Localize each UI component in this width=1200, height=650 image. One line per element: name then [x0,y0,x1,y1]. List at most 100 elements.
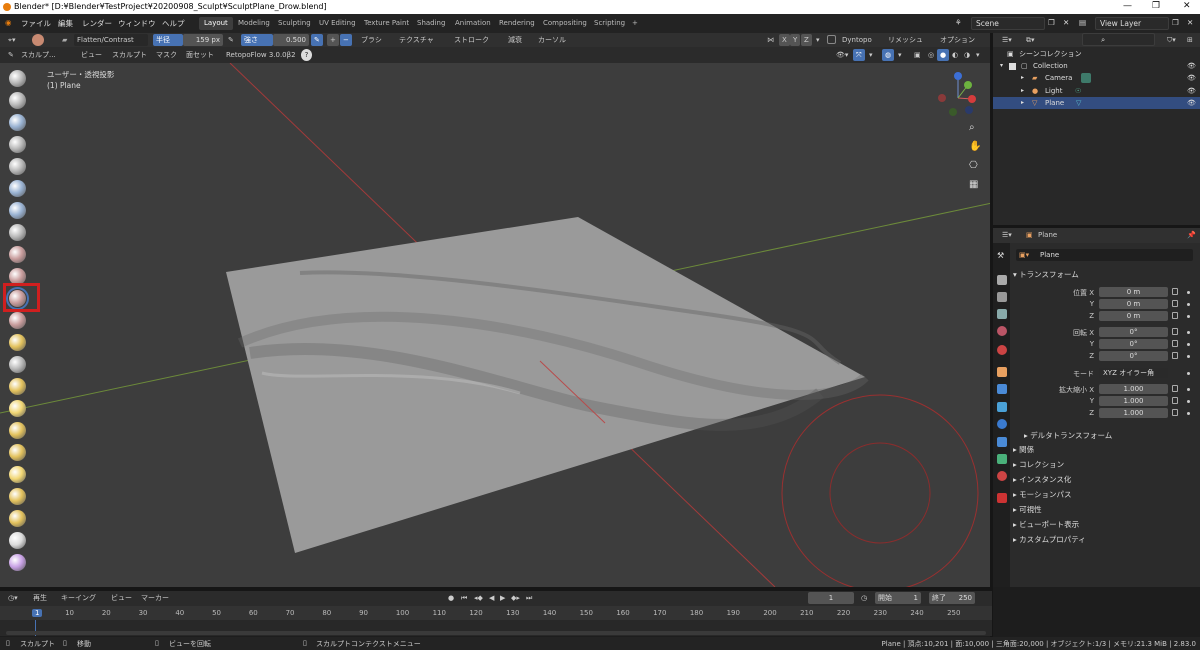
location-z-field[interactable]: 0 m [1099,311,1168,321]
visibility-eye-icon[interactable]: 👁 [1187,97,1196,109]
draw-sharp-brush-icon[interactable] [9,92,26,109]
outliner-type-icon[interactable]: ☰▾ [999,34,1015,46]
texture-tab-icon[interactable] [997,493,1007,503]
shading-wireframe-icon[interactable]: ◎ [925,49,937,61]
expand-arrow-icon[interactable]: ▸ [1021,85,1024,97]
material-tab-icon[interactable] [997,471,1007,481]
snake-hook-brush-icon[interactable] [9,444,26,461]
outliner-row-plane[interactable]: ▸ ▽ Plane ▽ 👁 [993,97,1200,109]
mask-brush-icon[interactable] [9,554,26,571]
expand-arrow-icon[interactable]: ▾ [1000,60,1003,72]
properties-type-icon[interactable]: ☰▾ [999,229,1015,241]
tab-texture-paint[interactable]: Texture Paint [359,17,414,30]
close-button[interactable]: ✕ [1183,1,1191,11]
pinch-brush-icon[interactable] [9,378,26,395]
strength-pressure-icon[interactable]: ✎ [311,34,323,46]
cursor-menu[interactable]: カーソル [535,34,569,46]
view-layer-tab-icon[interactable] [997,309,1007,319]
panel-section-5[interactable]: ▸ ビューポート表示 [1013,519,1079,530]
dyntopo-checkbox[interactable] [827,35,836,44]
lock-icon[interactable] [1172,409,1178,416]
maximize-button[interactable]: ❐ [1152,1,1160,11]
scale-y-field[interactable]: 1.000 [1099,396,1168,406]
layer-brush-icon[interactable] [9,180,26,197]
retopoflow-menu[interactable]: RetopoFlow 3.0.0β2 [223,49,299,61]
scene-selector[interactable]: Scene [971,17,1045,30]
blob-brush-icon[interactable] [9,224,26,241]
new-view-layer-icon[interactable]: ❐ [1172,18,1179,27]
prev-keyframe-icon[interactable]: ◂◆ [471,592,486,604]
outliner-row-collection[interactable]: ▾ ▢ Collection 👁 [993,60,1200,72]
stroke-menu[interactable]: ストローク [451,34,492,46]
crease-brush-icon[interactable] [9,246,26,263]
preview-range-icon[interactable]: ◷ [858,592,870,604]
pan-hand-icon[interactable]: ✋ [969,141,981,152]
panel-section-3[interactable]: ▸ モーションパス [1013,489,1072,500]
minimize-button[interactable]: — [1123,1,1132,11]
tab-scripting[interactable]: Scripting [589,17,630,30]
jump-start-icon[interactable]: ⏮ [458,592,470,604]
outliner-search-input[interactable]: ⌕ [1082,33,1155,46]
object-name-field[interactable]: ▣▾ Plane [1016,249,1193,261]
record-icon[interactable]: ● [445,592,457,604]
tab-modeling[interactable]: Modeling [233,17,275,30]
mask-menu[interactable]: マスク [153,49,180,61]
scrape-brush-icon[interactable] [9,334,26,351]
brush-name-field[interactable]: Flatten/Contrast [74,34,148,46]
keyframe-dot-icon[interactable] [1187,331,1190,334]
editor-type-icon[interactable]: ⌖▾ [5,34,18,46]
object-tab-icon[interactable] [997,367,1007,377]
lock-icon[interactable] [1172,352,1178,359]
symmetry-x-button[interactable]: X [779,34,790,46]
help-icon[interactable]: ? [301,49,312,61]
clay-thumb-brush-icon[interactable] [9,158,26,175]
brush-menu[interactable]: ブラシ [358,34,385,46]
keyframe-dot-icon[interactable] [1187,372,1190,375]
keying-menu[interactable]: キーイング [58,592,99,604]
jump-end-icon[interactable]: ⏭ [523,592,535,604]
symmetry-y-button[interactable]: Y [790,34,801,46]
timeline-ruler[interactable]: 1 10 20 30 40 50 60 70 80 90 100 110 120 130 140 150 160… [0,606,992,620]
location-y-field[interactable]: 0 m [1099,299,1168,309]
direction-add-button[interactable]: + [327,34,339,46]
3d-viewport[interactable]: ユーザー・透視投影 (1) Plane ⌕ ✋ ⎔ ▦ [0,63,992,587]
outliner-row-camera[interactable]: ▸ ▰ Camera 👁 [993,72,1200,84]
camera-view-icon[interactable]: ⎔ [969,160,978,171]
world-tab-icon[interactable] [997,345,1007,355]
panel-section-4[interactable]: ▸ 可視性 [1013,504,1042,515]
texture-menu[interactable]: テクスチャ [396,34,437,46]
outliner-row-light[interactable]: ▸ ● Light ☉ 👁 [993,85,1200,97]
shading-menu-icon[interactable]: ▾ [973,49,983,61]
pin-icon[interactable]: 📌 [1184,229,1199,241]
clay-brush-icon[interactable] [9,114,26,131]
scene-tab-icon[interactable] [997,326,1007,336]
play-icon[interactable]: ▶ [497,592,508,604]
pose-brush-icon[interactable] [9,488,26,505]
symmetry-options-icon[interactable]: ▾ [813,34,823,46]
panel-section-0[interactable]: ▸ 関係 [1013,444,1034,455]
new-collection-icon[interactable]: ⊞ [1184,34,1196,46]
brush-preview-icon[interactable] [32,34,44,46]
remesh-menu[interactable]: リメッシュ [885,34,926,46]
lock-icon[interactable] [1172,288,1178,295]
delete-view-layer-icon[interactable]: ✕ [1187,18,1193,27]
menu-file[interactable]: ファイル [21,18,51,29]
options-menu[interactable]: オプション [937,34,978,46]
checkbox-icon[interactable] [1009,63,1016,70]
rotation-z-field[interactable]: 0° [1099,351,1168,361]
keyframe-dot-icon[interactable] [1187,343,1190,346]
view-menu[interactable]: ビュー [108,592,135,604]
overlays-menu-icon[interactable]: ▾ [895,49,905,61]
direction-subtract-button[interactable]: − [340,34,352,46]
output-tab-icon[interactable] [997,292,1007,302]
clay-strips-brush-icon[interactable] [9,136,26,153]
keyframe-dot-icon[interactable] [1187,400,1190,403]
lock-icon[interactable] [1172,300,1178,307]
rotate-brush-icon[interactable] [9,532,26,549]
fill-brush-icon[interactable] [9,312,26,329]
playback-menu[interactable]: 再生 [30,592,50,604]
keyframe-dot-icon[interactable] [1187,355,1190,358]
panel-section-1[interactable]: ▸ コレクション [1013,459,1064,470]
gizmo-menu-icon[interactable]: ▾ [866,49,876,61]
delta-transform-panel[interactable]: ▸ デルタトランスフォーム [1024,430,1112,441]
